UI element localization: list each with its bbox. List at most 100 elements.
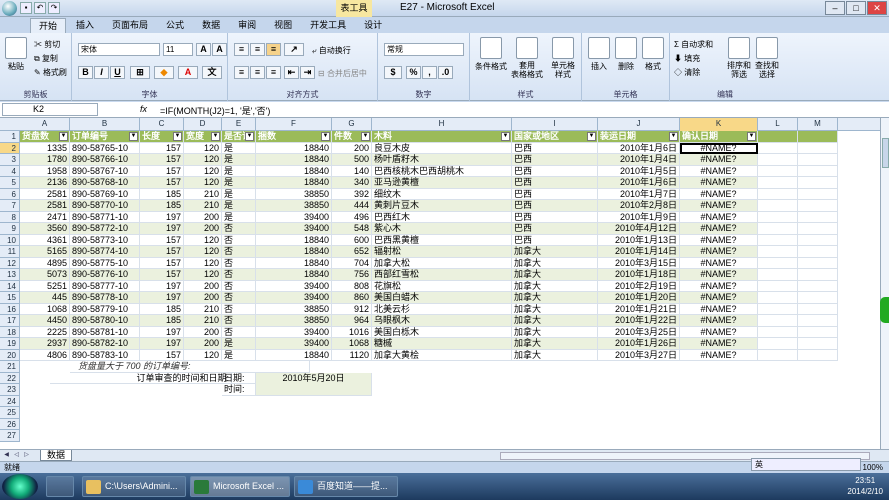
underline-button[interactable]: U (110, 66, 125, 79)
cell[interactable]: 4361 (20, 234, 70, 246)
cell[interactable]: 2010年1月18日 (598, 269, 680, 281)
row-header[interactable]: 25 (0, 407, 20, 419)
cell[interactable]: 890-58770-10 (70, 200, 140, 212)
cell[interactable]: 是 (222, 200, 256, 212)
grow-font-icon[interactable]: A (196, 43, 211, 56)
cell[interactable]: #NAME? (680, 177, 758, 189)
cell[interactable]: 5165 (20, 246, 70, 258)
column-header[interactable]: C (140, 118, 184, 131)
column-header[interactable]: G (332, 118, 372, 131)
cell[interactable] (798, 303, 838, 315)
cell[interactable]: 157 (140, 177, 184, 189)
fill-color-icon[interactable]: ◆ (154, 66, 174, 79)
vertical-scrollbar[interactable] (880, 118, 889, 449)
cell[interactable]: 2136 (20, 177, 70, 189)
close-icon[interactable]: ✕ (867, 1, 887, 15)
align-bottom-icon[interactable]: ≡ (266, 43, 281, 56)
cell[interactable]: 否 (222, 223, 256, 235)
cell[interactable]: 是 (222, 177, 256, 189)
font-color-icon[interactable]: A (178, 66, 198, 79)
cell[interactable]: 39400 (256, 223, 332, 235)
cell[interactable]: 是 (222, 211, 256, 223)
cell[interactable]: 890-58766-10 (70, 154, 140, 166)
cell[interactable]: 912 (332, 303, 372, 315)
format-painter-button[interactable]: ✎ 格式刷 (34, 67, 67, 78)
cell[interactable]: 18840 (256, 269, 332, 281)
copy-button[interactable]: ⧉ 复制 (34, 53, 58, 64)
row-header[interactable]: 27 (0, 430, 20, 442)
cell[interactable] (758, 257, 798, 269)
column-header[interactable]: H (372, 118, 512, 131)
cell[interactable]: 185 (140, 303, 184, 315)
cell[interactable]: 否 (222, 280, 256, 292)
increase-indent-icon[interactable]: ⇥ (300, 66, 315, 79)
cell[interactable]: 200 (184, 211, 222, 223)
cell[interactable]: 890-58768-10 (70, 177, 140, 189)
cell[interactable]: 548 (332, 223, 372, 235)
cell[interactable]: 国家或地区 ▼ (512, 131, 598, 143)
align-left-icon[interactable]: ≡ (234, 66, 249, 79)
cell[interactable]: 2010年3月27日 (598, 349, 680, 361)
align-middle-icon[interactable]: ≡ (250, 43, 265, 56)
cell[interactable]: 2010年1月21日 (598, 303, 680, 315)
filter-dropdown-icon[interactable]: ▼ (587, 132, 596, 141)
cell[interactable]: 否 (222, 292, 256, 304)
cell[interactable]: 197 (140, 338, 184, 350)
column-header[interactable]: K (680, 118, 758, 131)
cell[interactable]: 2010年1月13日 (598, 234, 680, 246)
cell[interactable]: 4450 (20, 315, 70, 327)
insert-cells-button[interactable]: 插入 (586, 37, 612, 72)
cell[interactable] (798, 211, 838, 223)
row-header[interactable]: 19 (0, 338, 20, 350)
filter-dropdown-icon[interactable]: ▼ (129, 132, 138, 141)
phonetic-icon[interactable]: 文 (202, 66, 222, 79)
cell[interactable] (758, 142, 798, 154)
row-header[interactable]: 4 (0, 165, 20, 177)
cell[interactable] (798, 177, 838, 189)
row-header[interactable]: 10 (0, 234, 20, 246)
cell[interactable]: 2010年1月5日 (598, 165, 680, 177)
cell[interactable]: #NAME? (680, 142, 758, 154)
cell[interactable]: 808 (332, 280, 372, 292)
cell[interactable]: 加拿大 (512, 315, 598, 327)
cell[interactable]: 4895 (20, 257, 70, 269)
column-header[interactable]: J (598, 118, 680, 131)
tab-7[interactable]: 开发工具 (302, 18, 354, 33)
cell[interactable]: 件数 ▼ (332, 131, 372, 143)
cell[interactable]: 细纹木 (372, 188, 512, 200)
cell[interactable]: 120 (184, 165, 222, 177)
column-header[interactable]: M (798, 118, 838, 131)
cell[interactable]: 18840 (256, 246, 332, 258)
cell[interactable]: 加拿大 (512, 303, 598, 315)
row-header[interactable]: 5 (0, 177, 20, 189)
fx-icon[interactable]: fx (140, 104, 147, 114)
row-header[interactable]: 18 (0, 326, 20, 338)
cell[interactable]: 120 (184, 154, 222, 166)
cell[interactable] (758, 349, 798, 361)
row-header[interactable]: 21 (0, 361, 20, 373)
cell[interactable]: 157 (140, 349, 184, 361)
cell[interactable]: 杨叶盾籽木 (372, 154, 512, 166)
cell[interactable]: 18840 (256, 154, 332, 166)
row-header[interactable]: 23 (0, 384, 20, 396)
cell[interactable]: 392 (332, 188, 372, 200)
cell[interactable]: 是 (222, 142, 256, 154)
cell[interactable]: 辐射松 (372, 246, 512, 258)
row-header[interactable]: 7 (0, 200, 20, 212)
cell[interactable]: 38850 (256, 315, 332, 327)
cell[interactable]: 2010年3月15日 (598, 257, 680, 269)
row-header[interactable]: 2 (0, 142, 20, 154)
delete-cells-button[interactable]: 删除 (613, 37, 639, 72)
cell[interactable] (758, 177, 798, 189)
filter-dropdown-icon[interactable]: ▼ (321, 132, 330, 141)
sheet-tab-data[interactable]: 数据 (40, 450, 73, 461)
column-header[interactable]: E (222, 118, 256, 131)
cell[interactable]: #NAME? (680, 326, 758, 338)
cell[interactable]: 2010年1月22日 (598, 315, 680, 327)
column-header[interactable]: A (20, 118, 70, 131)
increase-decimal-icon[interactable]: .0 (438, 66, 453, 79)
cell[interactable]: #NAME? (680, 234, 758, 246)
taskbar-excel[interactable]: Microsoft Excel ... (190, 476, 290, 497)
cell[interactable]: #NAME? (680, 211, 758, 223)
font-name-select[interactable]: 宋体 (78, 43, 160, 56)
